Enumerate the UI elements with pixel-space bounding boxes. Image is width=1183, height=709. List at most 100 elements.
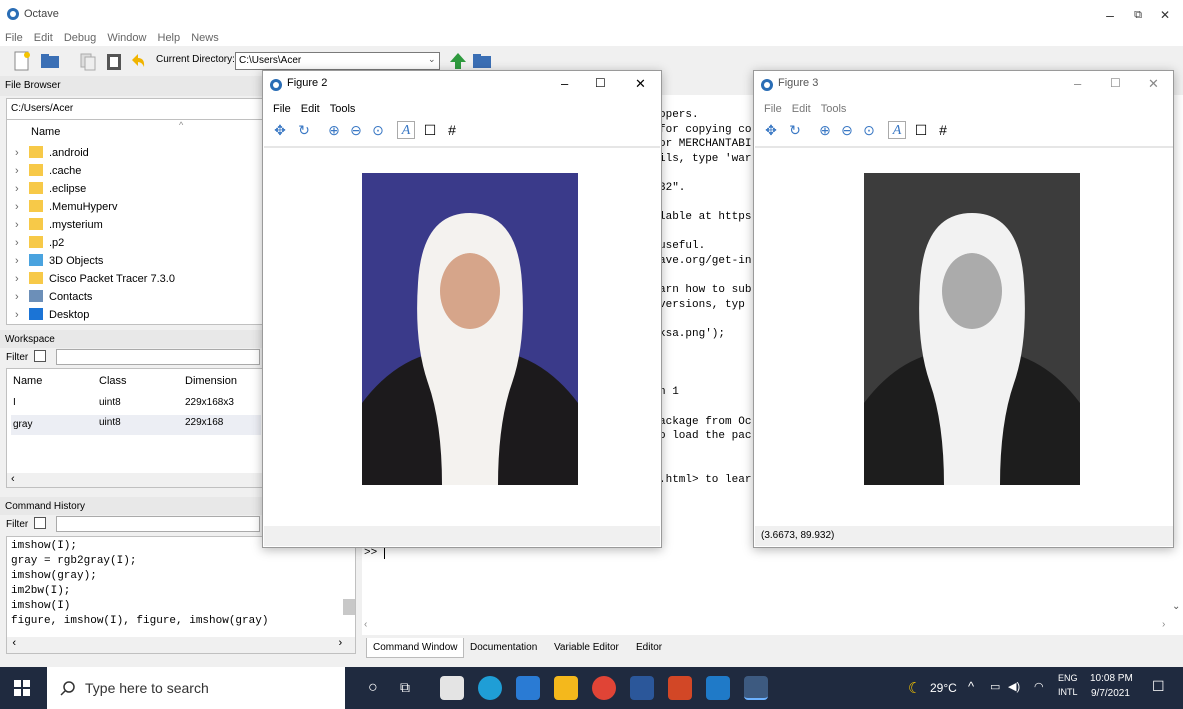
browse-folder-icon[interactable] (472, 51, 492, 71)
chevron-right-icon[interactable]: › (15, 307, 29, 324)
history-item[interactable]: imshow(I) (11, 599, 70, 614)
figure2-maximize-button[interactable]: ☐ (595, 76, 606, 90)
zoom-reset-icon[interactable]: ⊙ (860, 121, 878, 139)
zoom-reset-icon[interactable]: ⊙ (369, 121, 387, 139)
tab-command-window[interactable]: Command Window (366, 638, 465, 658)
language-bottom[interactable]: INTL (1058, 687, 1078, 697)
text-tool-icon[interactable]: A (888, 121, 906, 139)
list-item[interactable]: › .eclipse (15, 181, 86, 198)
file-browser-path-input[interactable]: C:/Users/Acer (6, 98, 266, 120)
menu-news[interactable]: News (191, 30, 219, 46)
list-item[interactable]: › Cisco Packet Tracer 7.3.0 (15, 271, 175, 288)
menu-debug[interactable]: Debug (64, 30, 96, 46)
file-browser-column-name[interactable]: Name (31, 126, 60, 138)
figure2-menu-file[interactable]: File (273, 103, 291, 115)
history-item[interactable]: imshow(gray); (11, 569, 97, 584)
current-directory-input[interactable]: C:\Users\Acer (235, 52, 440, 70)
workspace-col-dimension[interactable]: Dimension (185, 375, 237, 387)
figure3-menu-tools[interactable]: Tools (821, 103, 847, 115)
rotate-icon[interactable]: ↻ (295, 121, 313, 139)
store-app-icon[interactable] (440, 676, 464, 700)
table-row[interactable]: gray uint8 229x168 (11, 415, 261, 435)
clock-time[interactable]: 10:08 PM (1090, 673, 1133, 684)
rotate-icon[interactable]: ↻ (786, 121, 804, 139)
photos-app-icon[interactable] (706, 676, 730, 700)
list-item[interactable]: › Desktop (15, 307, 89, 324)
chevron-right-icon[interactable]: › (15, 271, 29, 288)
task-view-icon[interactable]: ⧉ (400, 679, 410, 696)
zoom-out-icon[interactable]: ⊖ (347, 121, 365, 139)
figure3-close-button[interactable]: ✕ (1148, 76, 1159, 92)
history-hscrollbar[interactable]: ‹ › (7, 637, 355, 653)
tab-documentation[interactable]: Documentation (464, 638, 543, 658)
text-tool-icon[interactable]: A (397, 121, 415, 139)
menu-help[interactable]: Help (158, 30, 181, 46)
edge-app-icon[interactable] (478, 676, 502, 700)
chevron-right-icon[interactable]: › (15, 217, 29, 234)
workspace-col-name[interactable]: Name (13, 375, 42, 387)
wifi-icon[interactable]: ◠ (1034, 680, 1044, 693)
maximize-button[interactable]: ⧉ (1128, 6, 1148, 24)
chevron-right-icon[interactable]: › (15, 181, 29, 198)
figure2-menu-tools[interactable]: Tools (330, 103, 356, 115)
copy-icon[interactable] (78, 51, 98, 71)
table-row[interactable]: I uint8 229x168x3 (11, 397, 261, 415)
list-item[interactable]: › .mysterium (15, 217, 103, 234)
file-explorer-icon[interactable] (554, 676, 578, 700)
history-filter-checkbox[interactable] (34, 517, 46, 529)
box-toggle-icon[interactable]: ☐ (421, 121, 439, 139)
chevron-right-icon[interactable]: › (15, 235, 29, 252)
history-scrollbar-thumb[interactable] (343, 599, 355, 615)
powerpoint-app-icon[interactable] (668, 676, 692, 700)
list-item[interactable]: › 3D Objects (15, 253, 103, 270)
zoom-in-icon[interactable]: ⊕ (325, 121, 343, 139)
zoom-in-icon[interactable]: ⊕ (816, 121, 834, 139)
battery-icon[interactable]: ▭ (990, 680, 1000, 693)
paste-icon[interactable] (104, 51, 124, 71)
chevron-down-icon[interactable]: ⌄ (428, 54, 436, 65)
figure3-minimize-button[interactable]: – (1074, 76, 1081, 91)
zoom-out-icon[interactable]: ⊖ (838, 121, 856, 139)
list-item[interactable]: › Contacts (15, 289, 92, 306)
menu-file[interactable]: File (5, 30, 23, 46)
mail-app-icon[interactable] (516, 676, 540, 700)
close-button[interactable]: ✕ (1155, 6, 1175, 24)
workspace-filter-checkbox[interactable] (34, 350, 46, 362)
chevron-right-icon[interactable]: › (15, 199, 29, 216)
chevron-right-icon[interactable]: › (15, 253, 29, 270)
new-file-icon[interactable] (12, 51, 32, 71)
volume-icon[interactable]: ◀) (1008, 680, 1020, 693)
figure2-close-button[interactable]: ✕ (635, 76, 646, 92)
minimize-button[interactable]: – (1100, 6, 1120, 24)
chrome-app-icon[interactable] (592, 676, 616, 700)
history-item[interactable]: im2bw(I); (11, 584, 70, 599)
menu-window[interactable]: Window (107, 30, 146, 46)
pan-icon[interactable]: ✥ (762, 121, 780, 139)
grid-toggle-icon[interactable]: # (443, 121, 461, 139)
workspace-col-class[interactable]: Class (99, 375, 127, 387)
figure2-minimize-button[interactable]: – (561, 76, 568, 91)
list-item[interactable]: › .MemuHyperv (15, 199, 117, 216)
language-top[interactable]: ENG (1058, 673, 1078, 683)
directory-up-icon[interactable] (448, 51, 468, 71)
weather-icon[interactable]: ☾ (908, 679, 921, 697)
word-app-icon[interactable] (630, 676, 654, 700)
history-filter-input[interactable] (56, 516, 260, 532)
weather-temperature[interactable]: 29°C (930, 681, 957, 695)
pan-icon[interactable]: ✥ (271, 121, 289, 139)
list-item[interactable]: › .p2 (15, 235, 64, 252)
chevron-down-icon[interactable]: ⌄ (1172, 601, 1180, 612)
tray-expand-icon[interactable]: ^ (968, 679, 974, 694)
chevron-right-icon[interactable]: › (15, 145, 29, 162)
grayscale-photo-image[interactable] (864, 173, 1080, 485)
tab-variable-editor[interactable]: Variable Editor (548, 638, 625, 658)
history-item[interactable]: imshow(I); (11, 539, 77, 554)
history-item[interactable]: gray = rgb2gray(I); (11, 554, 136, 569)
windows-start-icon[interactable] (14, 680, 30, 696)
clock-date[interactable]: 9/7/2021 (1091, 688, 1130, 699)
box-toggle-icon[interactable]: ☐ (912, 121, 930, 139)
list-item[interactable]: › .android (15, 145, 89, 162)
chevron-right-icon[interactable]: › (1162, 619, 1165, 630)
chevron-right-icon[interactable]: › (337, 638, 344, 650)
color-photo-image[interactable] (362, 173, 578, 485)
